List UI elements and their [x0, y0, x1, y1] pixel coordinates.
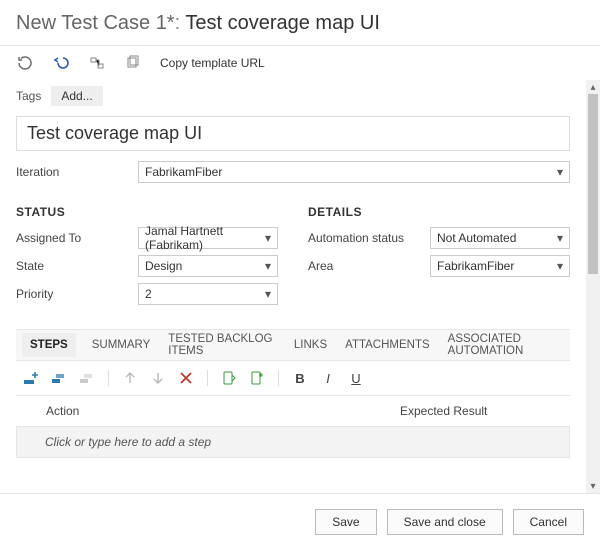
- insert-param-step-icon[interactable]: [78, 369, 96, 387]
- attach-file-icon[interactable]: [220, 369, 238, 387]
- steps-toolbar: B I U: [16, 361, 570, 396]
- assigned-to-value: Jamal Hartnett (Fabrikam): [145, 224, 265, 252]
- link-item-icon[interactable]: [88, 54, 106, 72]
- tab-tested-backlog[interactable]: TESTED BACKLOG ITEMS: [166, 327, 278, 363]
- delete-step-icon[interactable]: [177, 369, 195, 387]
- details-section: DETAILS Automation status Not Automated …: [308, 205, 570, 311]
- automation-status-select[interactable]: Not Automated ▾: [430, 227, 570, 249]
- toolbar-separator: [207, 370, 208, 386]
- scroll-track[interactable]: [586, 94, 600, 479]
- vertical-scrollbar[interactable]: ▴ ▾: [586, 80, 600, 493]
- chevron-down-icon: ▾: [557, 231, 563, 245]
- chevron-down-icon: ▾: [557, 259, 563, 273]
- iteration-select[interactable]: FabrikamFiber ▾: [138, 161, 570, 183]
- move-up-icon[interactable]: [121, 369, 139, 387]
- undo-icon[interactable]: [52, 54, 70, 72]
- status-section: STATUS Assigned To Jamal Hartnett (Fabri…: [16, 205, 278, 311]
- scroll-thumb[interactable]: [588, 94, 598, 274]
- area-label: Area: [308, 259, 430, 273]
- iteration-value: FabrikamFiber: [145, 165, 222, 179]
- state-select[interactable]: Design ▾: [138, 255, 278, 277]
- tab-strip: STEPS SUMMARY TESTED BACKLOG ITEMS LINKS…: [16, 329, 570, 361]
- save-button[interactable]: Save: [315, 509, 376, 535]
- title-input[interactable]: [16, 116, 570, 151]
- top-toolbar: Copy template URL: [0, 46, 600, 80]
- cancel-button[interactable]: Cancel: [513, 509, 584, 535]
- add-attachment-icon[interactable]: [248, 369, 266, 387]
- scroll-down-icon[interactable]: ▾: [586, 479, 600, 493]
- state-label: State: [16, 259, 138, 273]
- footer: Save Save and close Cancel: [0, 493, 600, 549]
- assigned-to-select[interactable]: Jamal Hartnett (Fabrikam) ▾: [138, 227, 278, 249]
- scroll-up-icon[interactable]: ▴: [586, 80, 600, 94]
- automation-status-label: Automation status: [308, 231, 430, 245]
- status-heading: STATUS: [16, 205, 278, 219]
- assigned-to-label: Assigned To: [16, 231, 138, 245]
- title-separator: :: [175, 12, 186, 34]
- tab-summary[interactable]: SUMMARY: [90, 333, 153, 357]
- priority-select[interactable]: 2 ▾: [138, 283, 278, 305]
- chevron-down-icon: ▾: [265, 259, 271, 273]
- add-step-placeholder[interactable]: Click or type here to add a step: [16, 426, 570, 458]
- tab-automation[interactable]: ASSOCIATED AUTOMATION: [446, 327, 564, 363]
- toolbar-separator: [278, 370, 279, 386]
- work-item-id: New Test Case 1*: [16, 12, 175, 34]
- tags-label: Tags: [16, 89, 41, 103]
- header: New Test Case 1*: Test coverage map UI: [0, 0, 600, 43]
- column-expected: Expected Result: [400, 404, 560, 418]
- state-value: Design: [145, 259, 182, 273]
- iteration-label: Iteration: [16, 165, 138, 179]
- bold-icon[interactable]: B: [291, 369, 309, 387]
- copy-template-link[interactable]: Copy template URL: [160, 56, 265, 70]
- chevron-down-icon: ▾: [265, 231, 271, 245]
- tab-links[interactable]: LINKS: [292, 333, 329, 357]
- steps-columns: Action Expected Result: [16, 396, 570, 426]
- details-heading: DETAILS: [308, 205, 570, 219]
- area-value: FabrikamFiber: [437, 259, 514, 273]
- refresh-icon[interactable]: [16, 54, 34, 72]
- underline-icon[interactable]: U: [347, 369, 365, 387]
- chevron-down-icon: ▾: [557, 165, 563, 179]
- italic-icon[interactable]: I: [319, 369, 337, 387]
- automation-status-value: Not Automated: [437, 231, 516, 245]
- priority-value: 2: [145, 287, 152, 301]
- insert-step-icon[interactable]: [22, 369, 40, 387]
- move-down-icon[interactable]: [149, 369, 167, 387]
- copy-icon[interactable]: [124, 54, 142, 72]
- priority-label: Priority: [16, 287, 138, 301]
- main-panel: Tags Add... Iteration FabrikamFiber ▾ ST…: [0, 80, 586, 493]
- work-item-title: Test coverage map UI: [185, 12, 380, 34]
- toolbar-separator: [108, 370, 109, 386]
- column-action: Action: [46, 404, 400, 418]
- tab-attachments[interactable]: ATTACHMENTS: [343, 333, 432, 357]
- tab-steps[interactable]: STEPS: [22, 333, 76, 357]
- iteration-row: Iteration FabrikamFiber ▾: [16, 161, 570, 183]
- chevron-down-icon: ▾: [265, 287, 271, 301]
- add-tag-button[interactable]: Add...: [51, 86, 102, 106]
- insert-shared-step-icon[interactable]: [50, 369, 68, 387]
- area-select[interactable]: FabrikamFiber ▾: [430, 255, 570, 277]
- save-and-close-button[interactable]: Save and close: [387, 509, 503, 535]
- tags-row: Tags Add...: [16, 80, 570, 116]
